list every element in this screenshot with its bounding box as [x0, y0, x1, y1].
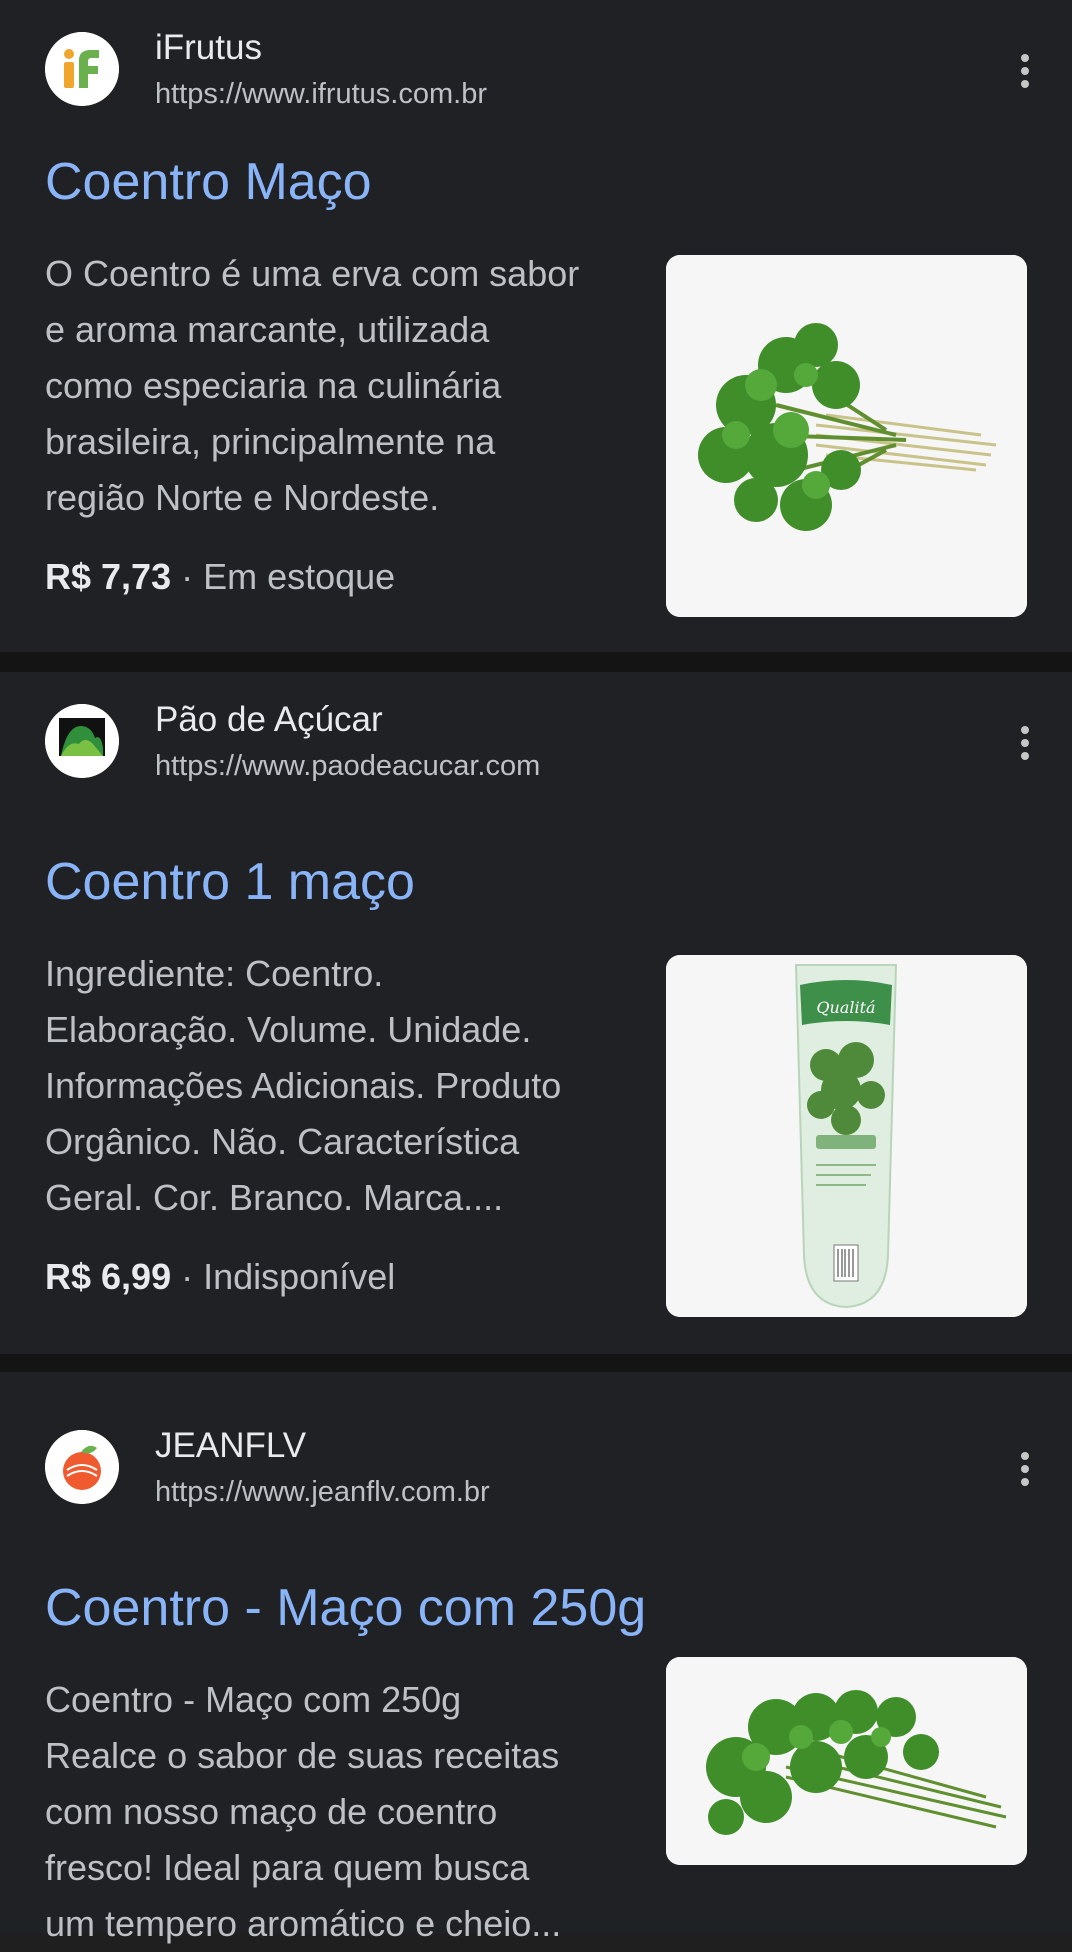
- search-result-card: iFrutus https://www.ifrutus.com.br Coent…: [0, 0, 1072, 652]
- search-result-card: JEANFLV https://www.jeanflv.com.br Coent…: [0, 1372, 1072, 1944]
- packaged-coriander-image[interactable]: Qualitá: [666, 955, 1027, 1317]
- result-snippet: Coentro - Maço com 250g Realce o sabor d…: [45, 1672, 625, 1952]
- snippet-line: fresco! Ideal para quem busca: [45, 1847, 530, 1888]
- snippet-line: Geral. Cor. Branco. Marca....: [45, 1177, 504, 1218]
- snippet-line: um tempero aromático e cheio...: [45, 1903, 562, 1944]
- jeanflv-logo-icon: [45, 1430, 119, 1504]
- snippet-line: Ingrediente: Coentro.: [45, 953, 384, 994]
- snippet-line: Realce o sabor de suas receitas: [45, 1735, 560, 1776]
- result-title[interactable]: Coentro 1 maço: [45, 852, 415, 912]
- result-snippet: Ingrediente: Coentro. Elaboração. Volume…: [45, 946, 625, 1226]
- snippet-line: brasileira, principalmente na: [45, 421, 496, 462]
- result-title[interactable]: Coentro Maço: [45, 152, 372, 212]
- price-row: R$ 6,99 · Indisponível: [45, 1256, 395, 1298]
- availability: Em estoque: [203, 556, 396, 597]
- site-header[interactable]: Pão de Açúcar https://www.paodeacucar.co…: [45, 700, 1035, 790]
- result-title[interactable]: Coentro - Maço com 250g: [45, 1578, 646, 1638]
- more-options-icon[interactable]: [1015, 1452, 1035, 1492]
- ifrutus-logo-icon: [45, 32, 119, 106]
- snippet-line: com nosso maço de coentro: [45, 1791, 498, 1832]
- site-url: https://www.paodeacucar.com: [155, 750, 541, 782]
- coriander-bunch-image[interactable]: [666, 1657, 1027, 1865]
- snippet-line: Elaboração. Volume. Unidade.: [45, 1009, 532, 1050]
- result-snippet: O Coentro é uma erva com sabor e aroma m…: [45, 246, 625, 526]
- price-row: R$ 7,73 · Em estoque: [45, 556, 395, 598]
- site-name: Pão de Açúcar: [155, 700, 383, 739]
- separator: ·: [171, 556, 204, 597]
- site-header[interactable]: iFrutus https://www.ifrutus.com.br: [45, 28, 1035, 118]
- price: R$ 7,73: [45, 556, 172, 597]
- snippet-line: O Coentro é uma erva com sabor: [45, 253, 580, 294]
- price: R$ 6,99: [45, 1256, 172, 1297]
- snippet-line: região Norte e Nordeste.: [45, 477, 440, 518]
- availability: Indisponível: [203, 1256, 396, 1297]
- more-options-icon[interactable]: [1015, 54, 1035, 94]
- svg-text:Qualitá: Qualitá: [816, 998, 875, 1017]
- result-divider: [0, 1354, 1072, 1372]
- site-url: https://www.ifrutus.com.br: [155, 78, 487, 110]
- search-result-card: Pão de Açúcar https://www.paodeacucar.co…: [0, 672, 1072, 1354]
- site-url: https://www.jeanflv.com.br: [155, 1476, 490, 1508]
- snippet-line: Informações Adicionais. Produto: [45, 1065, 562, 1106]
- coriander-bunch-image[interactable]: [666, 255, 1027, 617]
- result-divider: [0, 652, 1072, 672]
- pao-de-acucar-logo-icon: [45, 704, 119, 778]
- snippet-line: Coentro - Maço com 250g: [45, 1679, 462, 1720]
- snippet-line: e aroma marcante, utilizada: [45, 309, 490, 350]
- separator: ·: [171, 1256, 204, 1297]
- site-name: iFrutus: [155, 28, 262, 67]
- more-options-icon[interactable]: [1015, 726, 1035, 766]
- snippet-line: como especiaria na culinária: [45, 365, 502, 406]
- site-name: JEANFLV: [155, 1426, 307, 1465]
- snippet-line: Orgânico. Não. Característica: [45, 1121, 520, 1162]
- site-header[interactable]: JEANFLV https://www.jeanflv.com.br: [45, 1426, 1035, 1516]
